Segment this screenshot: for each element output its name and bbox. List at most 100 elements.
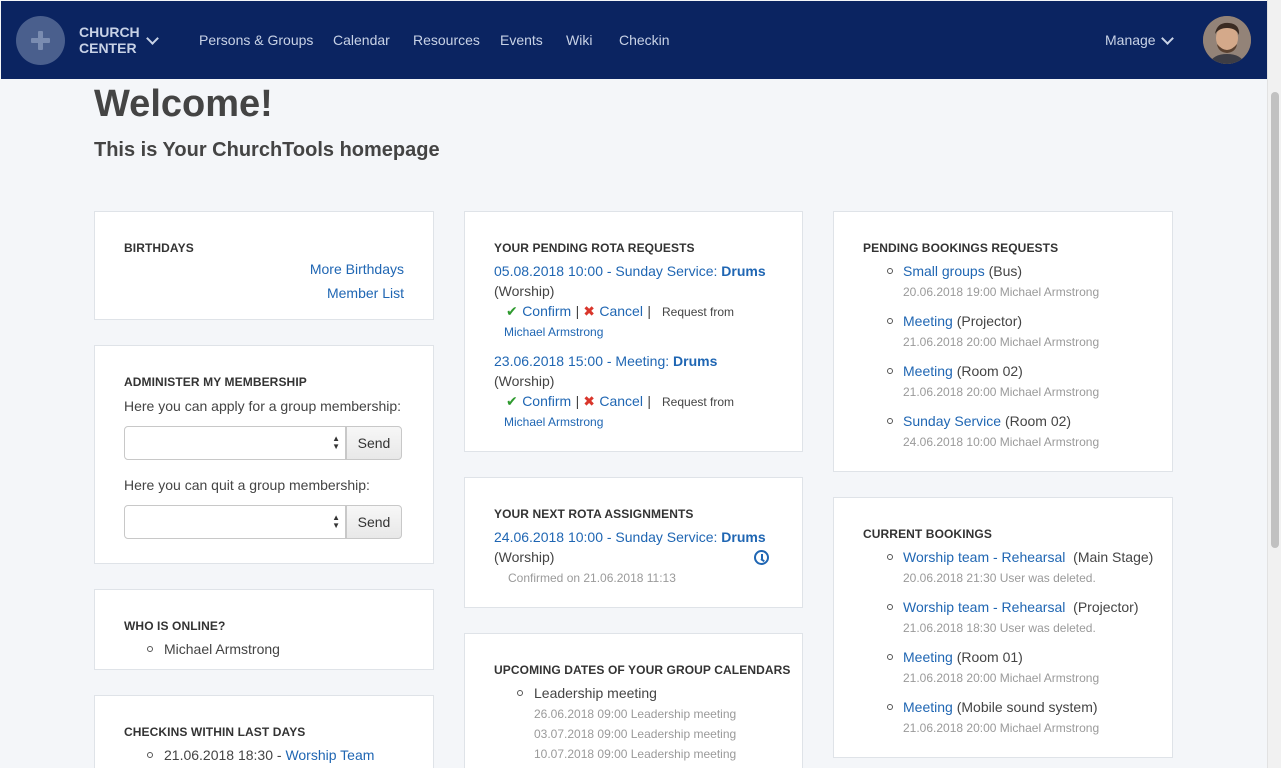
online-user: Michael Armstrong xyxy=(164,641,280,657)
booking-item: Sunday Service (Room 02) xyxy=(903,413,1071,429)
list-bullet xyxy=(887,704,893,710)
checkins-card: CHECKINS WITHIN LAST DAYS 21.06.2018 18:… xyxy=(94,695,434,768)
booking-item: Worship team - Rehearsal (Main Stage) xyxy=(903,549,1153,565)
rota-group: (Worship) xyxy=(494,283,555,299)
pending-rota-card: YOUR PENDING ROTA REQUESTS 05.08.2018 10… xyxy=(464,211,803,452)
nav-events[interactable]: Events xyxy=(500,32,543,48)
nav-calendar[interactable]: Calendar xyxy=(333,32,390,48)
request-from-label: Request from xyxy=(662,395,735,409)
request-from-label: Request from xyxy=(662,305,735,319)
booking-meta: 21.06.2018 20:00 Michael Armstrong xyxy=(903,671,1100,685)
booking-link[interactable]: Meeting xyxy=(903,313,953,329)
booking-item: Meeting (Room 01) xyxy=(903,649,1023,665)
card-title: CURRENT BOOKINGS xyxy=(863,527,992,541)
list-bullet xyxy=(887,318,893,324)
scrollbar-thumb[interactable] xyxy=(1271,92,1279,548)
checkin-item: 21.06.2018 18:30 - Worship Team xyxy=(164,747,374,763)
booking-resource: (Main Stage) xyxy=(1065,549,1154,565)
brand-line-2: CENTER xyxy=(79,40,137,56)
booking-link[interactable]: Meeting xyxy=(903,649,953,665)
booking-meta: 21.06.2018 20:00 Michael Armstrong xyxy=(903,721,1100,735)
nav-resources[interactable]: Resources xyxy=(413,32,480,48)
apply-send-button[interactable]: Send xyxy=(346,426,402,460)
booking-link[interactable]: Meeting xyxy=(903,699,953,715)
next-rota-card: YOUR NEXT ROTA ASSIGNMENTS 24.06.2018 10… xyxy=(464,477,803,608)
booking-resource: (Projector) xyxy=(1065,599,1139,615)
booking-item: Worship team - Rehearsal (Projector) xyxy=(903,599,1139,615)
page-scrollbar[interactable] xyxy=(1267,0,1281,768)
list-bullet xyxy=(517,690,523,696)
list-bullet xyxy=(887,604,893,610)
rota-event-link[interactable]: 24.06.2018 10:00 - Sunday Service: Drums xyxy=(494,529,766,545)
rota-event-text: 24.06.2018 10:00 - Sunday Service: xyxy=(494,529,722,545)
booking-meta: 21.06.2018 20:00 Michael Armstrong xyxy=(903,335,1100,349)
rota-role: Drums xyxy=(673,353,718,369)
booking-resource: (Room 02) xyxy=(952,363,1023,379)
list-bullet xyxy=(887,368,893,374)
cross-icon: ✖ xyxy=(583,303,595,319)
booking-link[interactable]: Small groups xyxy=(903,263,985,279)
confirm-link[interactable]: Confirm xyxy=(522,393,571,409)
more-birthdays-link[interactable]: More Birthdays xyxy=(310,261,404,277)
who-is-online-card: WHO IS ONLINE? Michael Armstrong xyxy=(94,589,434,670)
booking-link[interactable]: Worship team - Rehearsal xyxy=(903,549,1065,565)
upcoming-dates-card: UPCOMING DATES OF YOUR GROUP CALENDARS L… xyxy=(464,633,803,768)
top-navbar: CHURCH CENTER Persons & Groups Calendar … xyxy=(1,1,1267,79)
booking-meta: 20.06.2018 21:30 User was deleted. xyxy=(903,571,1096,585)
rota-event-text: 23.06.2018 15:00 - Meeting: xyxy=(494,353,674,369)
nav-manage[interactable]: Manage xyxy=(1105,32,1156,48)
booking-resource: (Room 02) xyxy=(1001,413,1072,429)
booking-resource: (Mobile sound system) xyxy=(952,699,1098,715)
rota-event-text: 05.08.2018 10:00 - Sunday Service: xyxy=(494,263,722,279)
check-icon: ✔ xyxy=(506,303,518,319)
booking-meta: 20.06.2018 19:00 Michael Armstrong xyxy=(903,285,1100,299)
booking-link[interactable]: Meeting xyxy=(903,363,953,379)
card-title: UPCOMING DATES OF YOUR GROUP CALENDARS xyxy=(494,663,791,677)
rota-event-link[interactable]: 23.06.2018 15:00 - Meeting: Drums xyxy=(494,353,717,369)
list-bullet xyxy=(147,646,153,652)
booking-meta: 21.06.2018 18:30 User was deleted. xyxy=(903,621,1096,635)
nav-wiki[interactable]: Wiki xyxy=(566,32,592,48)
booking-item: Meeting (Mobile sound system) xyxy=(903,699,1098,715)
rota-actions: ✔ Confirm | ✖ Cancel | xyxy=(506,303,652,319)
user-avatar[interactable] xyxy=(1203,16,1251,64)
church-logo-icon[interactable] xyxy=(16,16,65,65)
nav-checkin[interactable]: Checkin xyxy=(619,32,670,48)
quit-send-button[interactable]: Send xyxy=(346,505,402,539)
rota-role: Drums xyxy=(721,263,766,279)
list-bullet xyxy=(887,554,893,560)
quit-group-select[interactable]: ▲ ▼ xyxy=(124,505,346,539)
chevron-down-icon[interactable] xyxy=(1161,32,1174,45)
booking-resource: (Bus) xyxy=(984,263,1023,279)
apply-text: Here you can apply for a group membershi… xyxy=(124,398,402,414)
confirm-link[interactable]: Confirm xyxy=(522,303,571,319)
rota-actions: ✔ Confirm | ✖ Cancel | xyxy=(506,393,652,409)
member-list-link[interactable]: Member List xyxy=(327,285,404,301)
booking-resource: (Projector) xyxy=(952,313,1023,329)
cancel-link[interactable]: Cancel xyxy=(599,303,643,319)
nav-persons-groups[interactable]: Persons & Groups xyxy=(199,32,313,48)
rota-group: (Worship) xyxy=(494,549,555,565)
checkin-group-link[interactable]: Worship Team xyxy=(285,747,374,763)
requester-link[interactable]: Michael Armstrong xyxy=(504,325,603,339)
cross-icon: ✖ xyxy=(583,393,595,409)
booking-resource: (Room 01) xyxy=(952,649,1023,665)
page-subtitle: This is Your ChurchTools homepage xyxy=(94,139,440,161)
card-title: YOUR PENDING ROTA REQUESTS xyxy=(494,241,695,255)
check-icon: ✔ xyxy=(506,393,518,409)
chevron-down-icon[interactable] xyxy=(146,32,159,45)
card-title: WHO IS ONLINE? xyxy=(124,619,226,633)
booking-link[interactable]: Worship team - Rehearsal xyxy=(903,599,1065,615)
card-title: PENDING BOOKINGS REQUESTS xyxy=(863,241,1059,255)
membership-card: ADMINISTER MY MEMBERSHIP Here you can ap… xyxy=(94,345,434,564)
rota-event-link[interactable]: 05.08.2018 10:00 - Sunday Service: Drums xyxy=(494,263,766,279)
calendar-name: Leadership meeting xyxy=(534,685,657,701)
quit-text: Here you can quit a group membership: xyxy=(124,477,370,493)
clock-icon[interactable] xyxy=(754,550,769,565)
cancel-link[interactable]: Cancel xyxy=(599,393,643,409)
brand-name[interactable]: CHURCH CENTER xyxy=(79,24,140,56)
apply-group-select[interactable]: ▲ ▼ xyxy=(124,426,346,460)
rota-group: (Worship) xyxy=(494,373,555,389)
booking-link[interactable]: Sunday Service xyxy=(903,413,1001,429)
requester-link[interactable]: Michael Armstrong xyxy=(504,415,603,429)
